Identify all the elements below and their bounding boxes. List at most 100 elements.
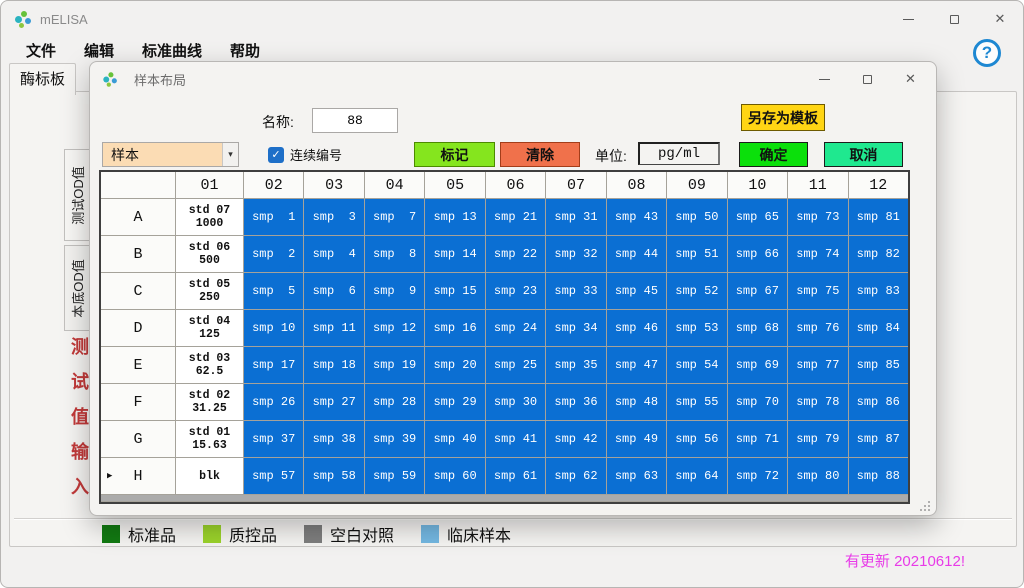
sample-cell[interactable]: smp 56 (667, 421, 726, 457)
std-cell[interactable]: blk (176, 458, 243, 494)
ok-button[interactable]: 确定 (739, 142, 808, 167)
sample-cell[interactable]: smp 73 (788, 199, 847, 235)
sample-cell[interactable]: smp 21 (486, 199, 545, 235)
sample-cell[interactable]: smp 65 (728, 199, 787, 235)
tab-test-od[interactable]: 测试OD值 (64, 149, 90, 241)
sample-cell[interactable]: smp 1 (244, 199, 303, 235)
sample-cell[interactable]: smp 36 (546, 384, 605, 420)
sample-cell[interactable]: smp 68 (728, 310, 787, 346)
name-input[interactable] (312, 108, 398, 133)
menu-standard-curve[interactable]: 标准曲线 (131, 38, 213, 63)
sample-cell[interactable]: smp 60 (425, 458, 484, 494)
sample-cell[interactable]: smp 61 (486, 458, 545, 494)
sample-cell[interactable]: smp 85 (849, 347, 908, 383)
dialog-minimize-button[interactable] (803, 62, 846, 96)
column-header[interactable]: 07 (546, 172, 605, 198)
sample-cell[interactable]: smp 12 (365, 310, 424, 346)
sample-cell[interactable]: smp 77 (788, 347, 847, 383)
sample-cell[interactable]: smp 59 (365, 458, 424, 494)
sample-cell[interactable]: smp 52 (667, 273, 726, 309)
column-header[interactable]: 02 (244, 172, 303, 198)
sample-cell[interactable]: smp 32 (546, 236, 605, 272)
column-header[interactable]: 06 (486, 172, 545, 198)
mark-button[interactable]: 标记 (414, 142, 495, 167)
tab-elisa-plate[interactable]: 酶标板 (9, 63, 76, 95)
sample-cell[interactable]: smp 43 (607, 199, 666, 235)
sample-cell[interactable]: smp 71 (728, 421, 787, 457)
std-cell[interactable]: std 071000 (176, 199, 243, 235)
sample-cell[interactable]: smp 87 (849, 421, 908, 457)
std-cell[interactable]: std 04125 (176, 310, 243, 346)
sample-cell[interactable]: smp 20 (425, 347, 484, 383)
sample-cell[interactable]: smp 39 (365, 421, 424, 457)
sample-cell[interactable]: smp 4 (304, 236, 363, 272)
sample-cell[interactable]: smp 88 (849, 458, 908, 494)
sample-cell[interactable]: smp 82 (849, 236, 908, 272)
sample-cell[interactable]: smp 18 (304, 347, 363, 383)
sample-cell[interactable]: smp 8 (365, 236, 424, 272)
close-button[interactable]: ✕ (977, 1, 1023, 37)
dialog-close-button[interactable]: ✕ (889, 62, 932, 96)
sample-cell[interactable]: smp 44 (607, 236, 666, 272)
column-header[interactable]: 04 (365, 172, 424, 198)
column-header[interactable]: 10 (728, 172, 787, 198)
sample-cell[interactable]: smp 75 (788, 273, 847, 309)
sample-cell[interactable]: smp 64 (667, 458, 726, 494)
unit-input[interactable] (638, 142, 720, 165)
sample-cell[interactable]: smp 15 (425, 273, 484, 309)
sample-cell[interactable]: smp 46 (607, 310, 666, 346)
help-icon[interactable]: ? (973, 39, 1001, 67)
sample-cell[interactable]: smp 49 (607, 421, 666, 457)
column-header[interactable]: 09 (667, 172, 726, 198)
sample-cell[interactable]: smp 78 (788, 384, 847, 420)
sample-cell[interactable]: smp 84 (849, 310, 908, 346)
sample-cell[interactable]: smp 29 (425, 384, 484, 420)
sample-cell[interactable]: smp 54 (667, 347, 726, 383)
sample-cell[interactable]: smp 37 (244, 421, 303, 457)
chevron-down-icon[interactable]: ▾ (222, 143, 238, 166)
std-cell[interactable]: std 06500 (176, 236, 243, 272)
sample-cell[interactable]: smp 50 (667, 199, 726, 235)
sample-cell[interactable]: smp 45 (607, 273, 666, 309)
sample-cell[interactable]: smp 19 (365, 347, 424, 383)
sample-cell[interactable]: smp 31 (546, 199, 605, 235)
column-header[interactable]: 08 (607, 172, 666, 198)
sample-cell[interactable]: smp 70 (728, 384, 787, 420)
sample-cell[interactable]: smp 7 (365, 199, 424, 235)
sample-cell[interactable]: smp 9 (365, 273, 424, 309)
row-header[interactable]: D (101, 310, 175, 346)
sample-cell[interactable]: smp 30 (486, 384, 545, 420)
sample-cell[interactable]: smp 47 (607, 347, 666, 383)
sample-cell[interactable]: smp 35 (546, 347, 605, 383)
sample-cell[interactable]: smp 2 (244, 236, 303, 272)
sample-cell[interactable]: smp 26 (244, 384, 303, 420)
std-cell[interactable]: std 0231.25 (176, 384, 243, 420)
sample-cell[interactable]: smp 23 (486, 273, 545, 309)
row-header[interactable]: E (101, 347, 175, 383)
sample-cell[interactable]: smp 28 (365, 384, 424, 420)
sample-cell[interactable]: smp 42 (546, 421, 605, 457)
row-header[interactable]: B (101, 236, 175, 272)
sample-cell[interactable]: smp 48 (607, 384, 666, 420)
sample-cell[interactable]: smp 25 (486, 347, 545, 383)
cancel-button[interactable]: 取消 (824, 142, 903, 167)
sample-cell[interactable]: smp 58 (304, 458, 363, 494)
menu-help[interactable]: 帮助 (219, 38, 271, 63)
column-header[interactable]: 11 (788, 172, 847, 198)
sample-cell[interactable]: smp 13 (425, 199, 484, 235)
std-cell[interactable]: std 0362.5 (176, 347, 243, 383)
sample-cell[interactable]: smp 38 (304, 421, 363, 457)
column-header[interactable]: 01 (176, 172, 243, 198)
maximize-button[interactable] (931, 1, 977, 37)
sample-cell[interactable]: smp 14 (425, 236, 484, 272)
std-cell[interactable]: std 0115.63 (176, 421, 243, 457)
sample-cell[interactable]: smp 11 (304, 310, 363, 346)
continuous-numbering-checkbox[interactable]: ✓ (268, 147, 284, 163)
sample-cell[interactable]: smp 5 (244, 273, 303, 309)
sample-cell[interactable]: smp 22 (486, 236, 545, 272)
row-header[interactable]: ▶H (101, 458, 175, 494)
sample-cell[interactable]: smp 34 (546, 310, 605, 346)
sample-cell[interactable]: smp 57 (244, 458, 303, 494)
continuous-numbering-option[interactable]: ✓ 连续编号 (268, 145, 342, 164)
row-header[interactable]: C (101, 273, 175, 309)
